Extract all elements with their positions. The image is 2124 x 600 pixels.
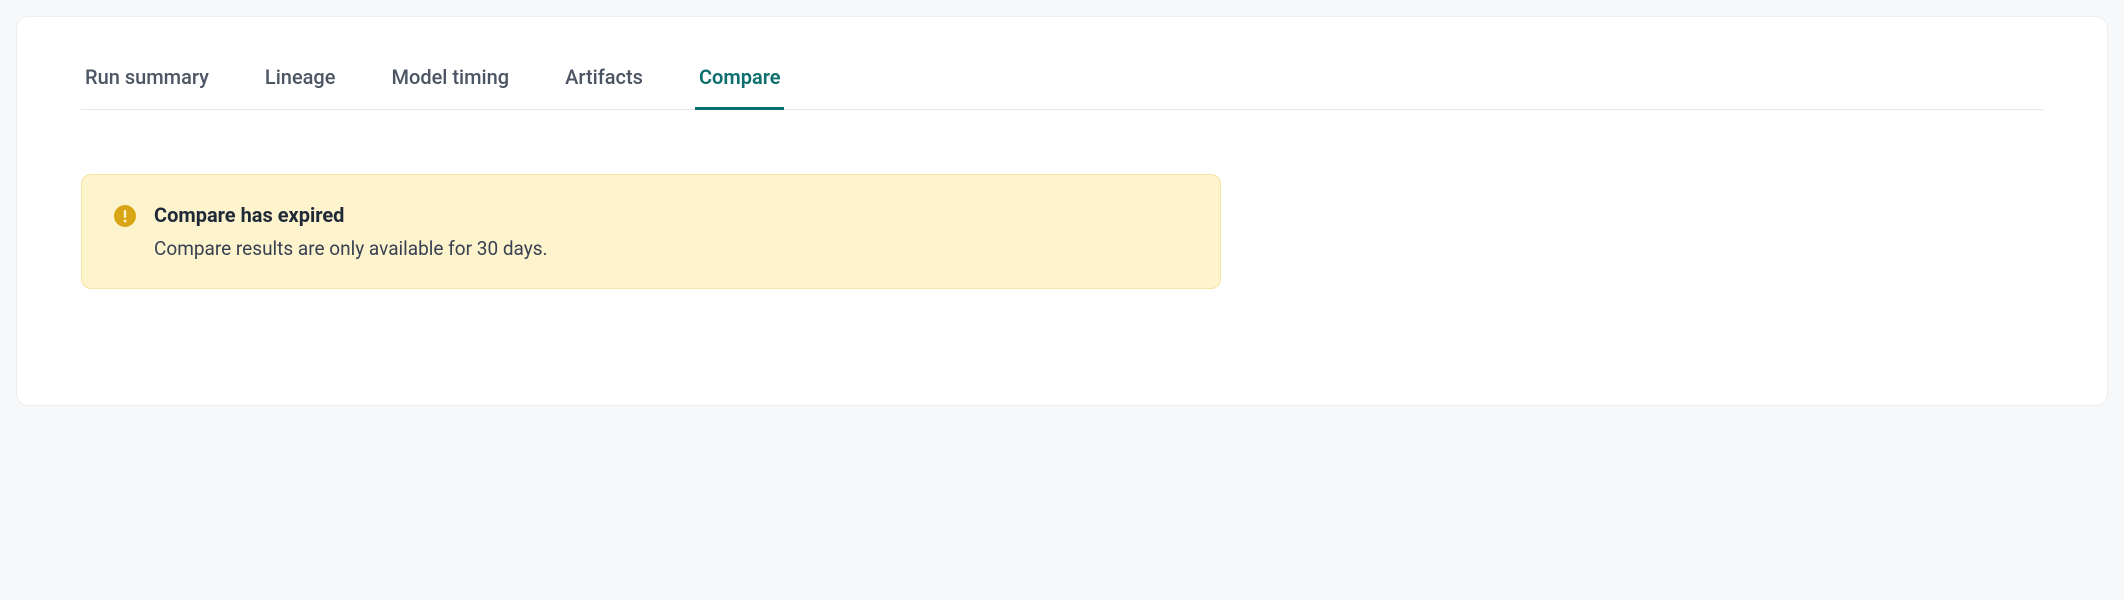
warning-alert: Compare has expired Compare results are … (81, 174, 1221, 289)
tab-artifacts[interactable]: Artifacts (561, 65, 647, 110)
alert-title: Compare has expired (154, 203, 1188, 227)
tab-model-timing[interactable]: Model timing (387, 65, 513, 110)
content-card: Run summary Lineage Model timing Artifac… (16, 16, 2108, 406)
tab-bar: Run summary Lineage Model timing Artifac… (81, 65, 2043, 110)
tab-run-summary[interactable]: Run summary (81, 65, 213, 110)
alert-content: Compare has expired Compare results are … (154, 203, 1188, 260)
warning-icon (114, 205, 136, 227)
tab-lineage[interactable]: Lineage (261, 65, 340, 110)
alert-message: Compare results are only available for 3… (154, 237, 1188, 260)
tab-compare[interactable]: Compare (695, 65, 785, 110)
